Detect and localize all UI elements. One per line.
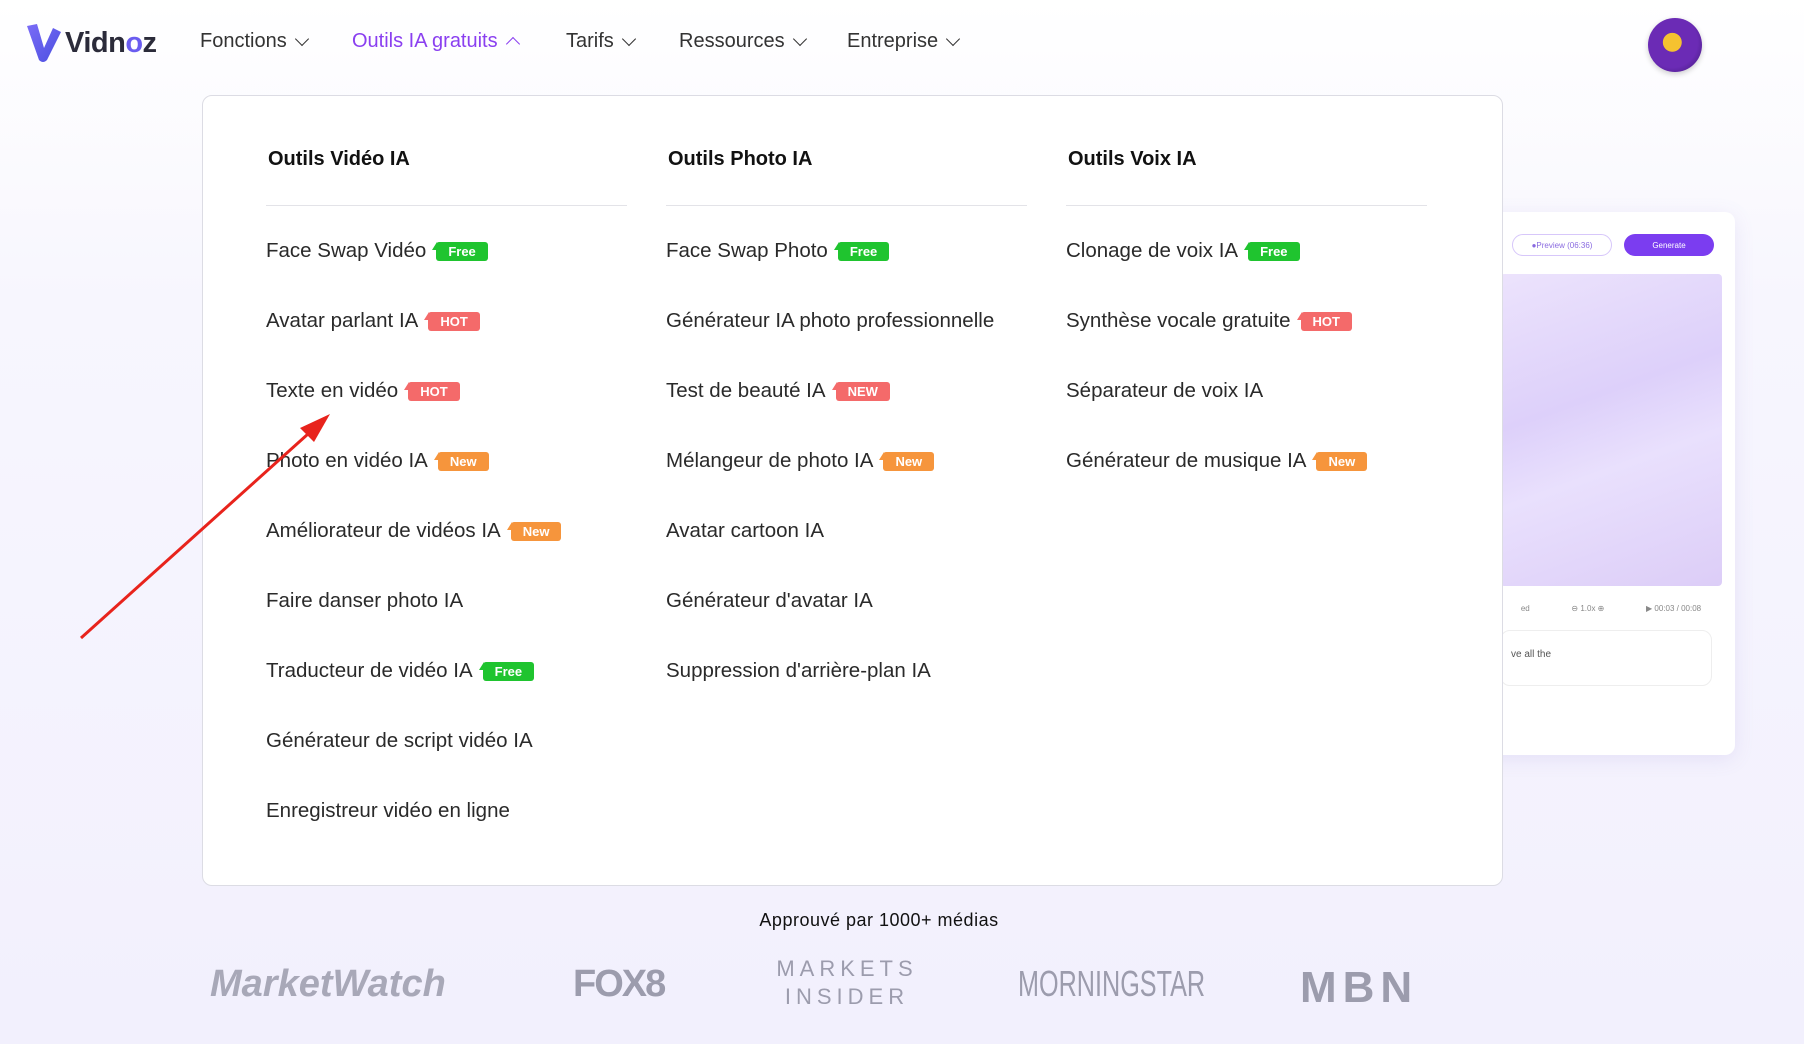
menu-item[interactable]: Test de beauté IA NEW	[666, 376, 890, 406]
badge-new: New	[506, 521, 562, 541]
chevron-down-icon	[621, 31, 636, 47]
media-logo: MBN	[1300, 963, 1419, 1012]
badge-new: New	[433, 451, 489, 471]
badge-hot: HOT	[404, 381, 460, 401]
chevron-down-icon	[294, 31, 309, 47]
column-title: Outils Voix IA	[1068, 148, 1197, 170]
menu-item[interactable]: Synthèse vocale gratuite HOT	[1066, 306, 1352, 336]
menu-item[interactable]: Générateur de musique IA New	[1066, 446, 1368, 476]
badge-hot: HOT	[1296, 311, 1352, 331]
badge-new: New	[1312, 451, 1368, 471]
nav-tarifs[interactable]: Tarifs	[566, 30, 636, 53]
menu-item[interactable]: Générateur de script vidéo IA	[266, 726, 533, 756]
nav-fonctions[interactable]: Fonctions	[200, 30, 309, 53]
column-title: Outils Vidéo IA	[268, 148, 410, 170]
divider	[266, 205, 627, 206]
menu-item[interactable]: Améliorateur de vidéos IA New	[266, 516, 562, 546]
media-title: Approuvé par 1000+ médias	[759, 910, 999, 930]
generate-button[interactable]: Generate	[1624, 234, 1714, 256]
speed-control[interactable]: ⊖ 1.0x ⊕	[1571, 604, 1604, 613]
vidnoz-logo[interactable]: Vidnoz	[25, 22, 157, 64]
badge-free: Free	[432, 241, 488, 261]
chevron-up-icon	[505, 36, 520, 51]
badge-hot: NEW	[831, 381, 890, 401]
menu-item[interactable]: Clonage de voix IA Free	[1066, 236, 1300, 266]
menu-item[interactable]: Avatar parlant IA HOT	[266, 306, 480, 336]
top-nav: Vidnoz Fonctions Outils IA gratuits Tarifs…	[0, 0, 1804, 90]
divider	[666, 205, 1027, 206]
media-logo: MarketWatch	[210, 963, 446, 1005]
badge-free: Free	[1244, 241, 1300, 261]
menu-item[interactable]: Séparateur de voix IA	[1066, 376, 1263, 406]
menu-item[interactable]: Avatar cartoon IA	[666, 516, 824, 546]
media-logo: FOX8	[573, 963, 666, 1005]
menu-item[interactable]: Enregistreur vidéo en ligne	[266, 796, 510, 826]
script-text: ve all the	[1500, 630, 1712, 686]
chevron-down-icon	[792, 31, 807, 47]
user-avatar[interactable]	[1648, 18, 1702, 72]
media-logo: MARKETS INSIDER	[776, 956, 918, 1009]
menu-item[interactable]: Générateur d'avatar IA	[666, 586, 873, 616]
menu-item[interactable]: Texte en vidéo HOT	[266, 376, 460, 406]
menu-item[interactable]: Traducteur de vidéo IA Free	[266, 656, 535, 686]
outils-ia-dropdown: Outils Vidéo IA Face Swap Vidéo Free Avatar…	[202, 95, 1503, 886]
player-controls: ed ⊖ 1.0x ⊕ ▶ 00:03 / 00:08	[1520, 604, 1702, 613]
menu-item[interactable]: Générateur IA photo professionnelle	[666, 306, 994, 336]
logo-icon	[27, 24, 61, 62]
menu-item[interactable]: Face Swap Photo Free	[666, 236, 890, 266]
badge-free: Free	[478, 661, 535, 681]
menu-item[interactable]: Photo en vidéo IA New	[266, 446, 489, 476]
media-logos: MarketWatch FOX8 MARKETS INSIDER MORNING…	[210, 955, 1560, 1025]
chevron-down-icon	[946, 31, 961, 47]
media-logo: MORNINGSTAR	[1018, 963, 1206, 1004]
menu-item[interactable]: Suppression d'arrière-plan IA	[666, 656, 931, 686]
badge-free: Free	[833, 241, 890, 261]
nav-entreprise[interactable]: Entreprise	[847, 30, 961, 53]
badge-new: New	[879, 451, 935, 471]
preview-video	[1500, 274, 1722, 586]
menu-item[interactable]: Face Swap Vidéo Free	[266, 236, 488, 266]
time-readout: ▶ 00:03 / 00:08	[1646, 604, 1702, 613]
menu-item[interactable]: Mélangeur de photo IA New	[666, 446, 935, 476]
menu-item[interactable]: Faire danser photo IA	[266, 586, 463, 616]
divider	[1066, 205, 1427, 206]
nav-ressources[interactable]: Ressources	[679, 30, 807, 53]
column-title: Outils Photo IA	[668, 148, 813, 170]
nav-outils-ia-gratuits[interactable]: Outils IA gratuits	[352, 30, 520, 53]
preview-button[interactable]: ● Preview (06:36)	[1512, 234, 1612, 256]
badge-hot: HOT	[424, 311, 480, 331]
